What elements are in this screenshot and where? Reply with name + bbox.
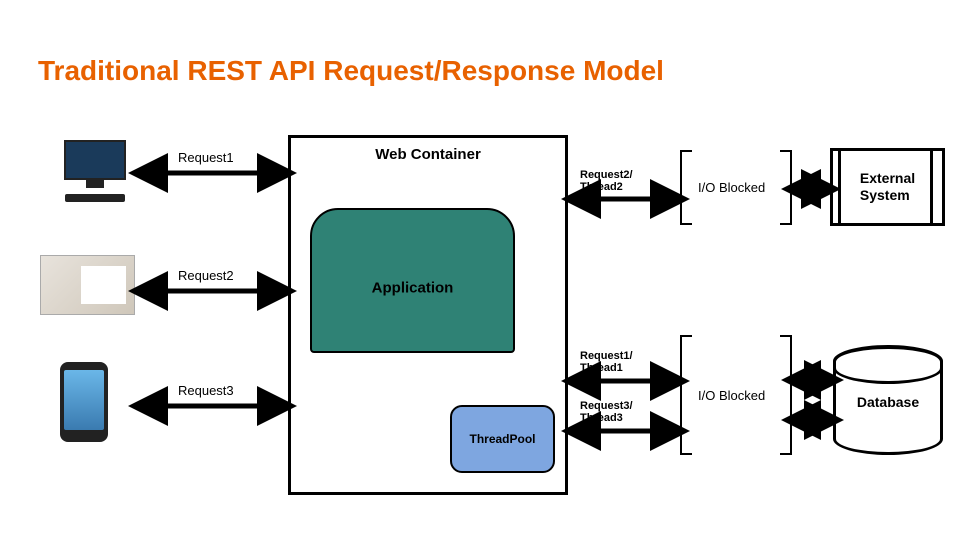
client-phone [40,362,120,442]
arrow-client3-container [135,399,290,413]
request2-thread2-label: Request2/Thread2 [580,169,633,193]
request2-label: Request2 [178,268,234,283]
bracket-left-upper [680,150,692,225]
database-label: Database [857,394,919,410]
application-label: Application [372,279,454,296]
page-title: Traditional REST API Request/Response Mo… [38,55,664,87]
external-system-box: External System [830,148,945,226]
threadpool-box: ThreadPool [450,405,555,473]
external-system-label-1: External [860,170,915,186]
web-container-label: Web Container [375,146,481,163]
arrow-container-extbracket [568,192,683,206]
external-system-label-2: System [860,187,910,203]
arrow-dbbracket-db-1 [790,373,835,387]
io-blocked-label-upper: I/O Blocked [698,180,765,195]
arrow-dbbracket-db-2 [790,413,835,427]
database-cylinder: Database [833,345,943,455]
io-blocked-label-lower: I/O Blocked [698,388,765,403]
client-desktop [55,140,135,202]
request1-label: Request1 [178,150,234,165]
request3-thread3-label: Request3/Thread3 [580,400,633,424]
external-system-inner-line-left [838,148,841,226]
application-box: Application [310,208,515,353]
arrow-extbracket-system [790,182,832,196]
threadpool-label: ThreadPool [469,432,535,446]
request1-thread1-label: Request1/Thread1 [580,350,633,374]
arrow-container-dbbracket-1 [568,374,683,388]
arrow-container-dbbracket-2 [568,424,683,438]
arrow-client2-container [135,284,290,298]
external-system-inner-line-right [930,148,933,226]
client-tablet [40,255,120,315]
bracket-right-lower [780,335,792,455]
request3-label: Request3 [178,383,234,398]
arrow-client1-container [135,166,290,180]
